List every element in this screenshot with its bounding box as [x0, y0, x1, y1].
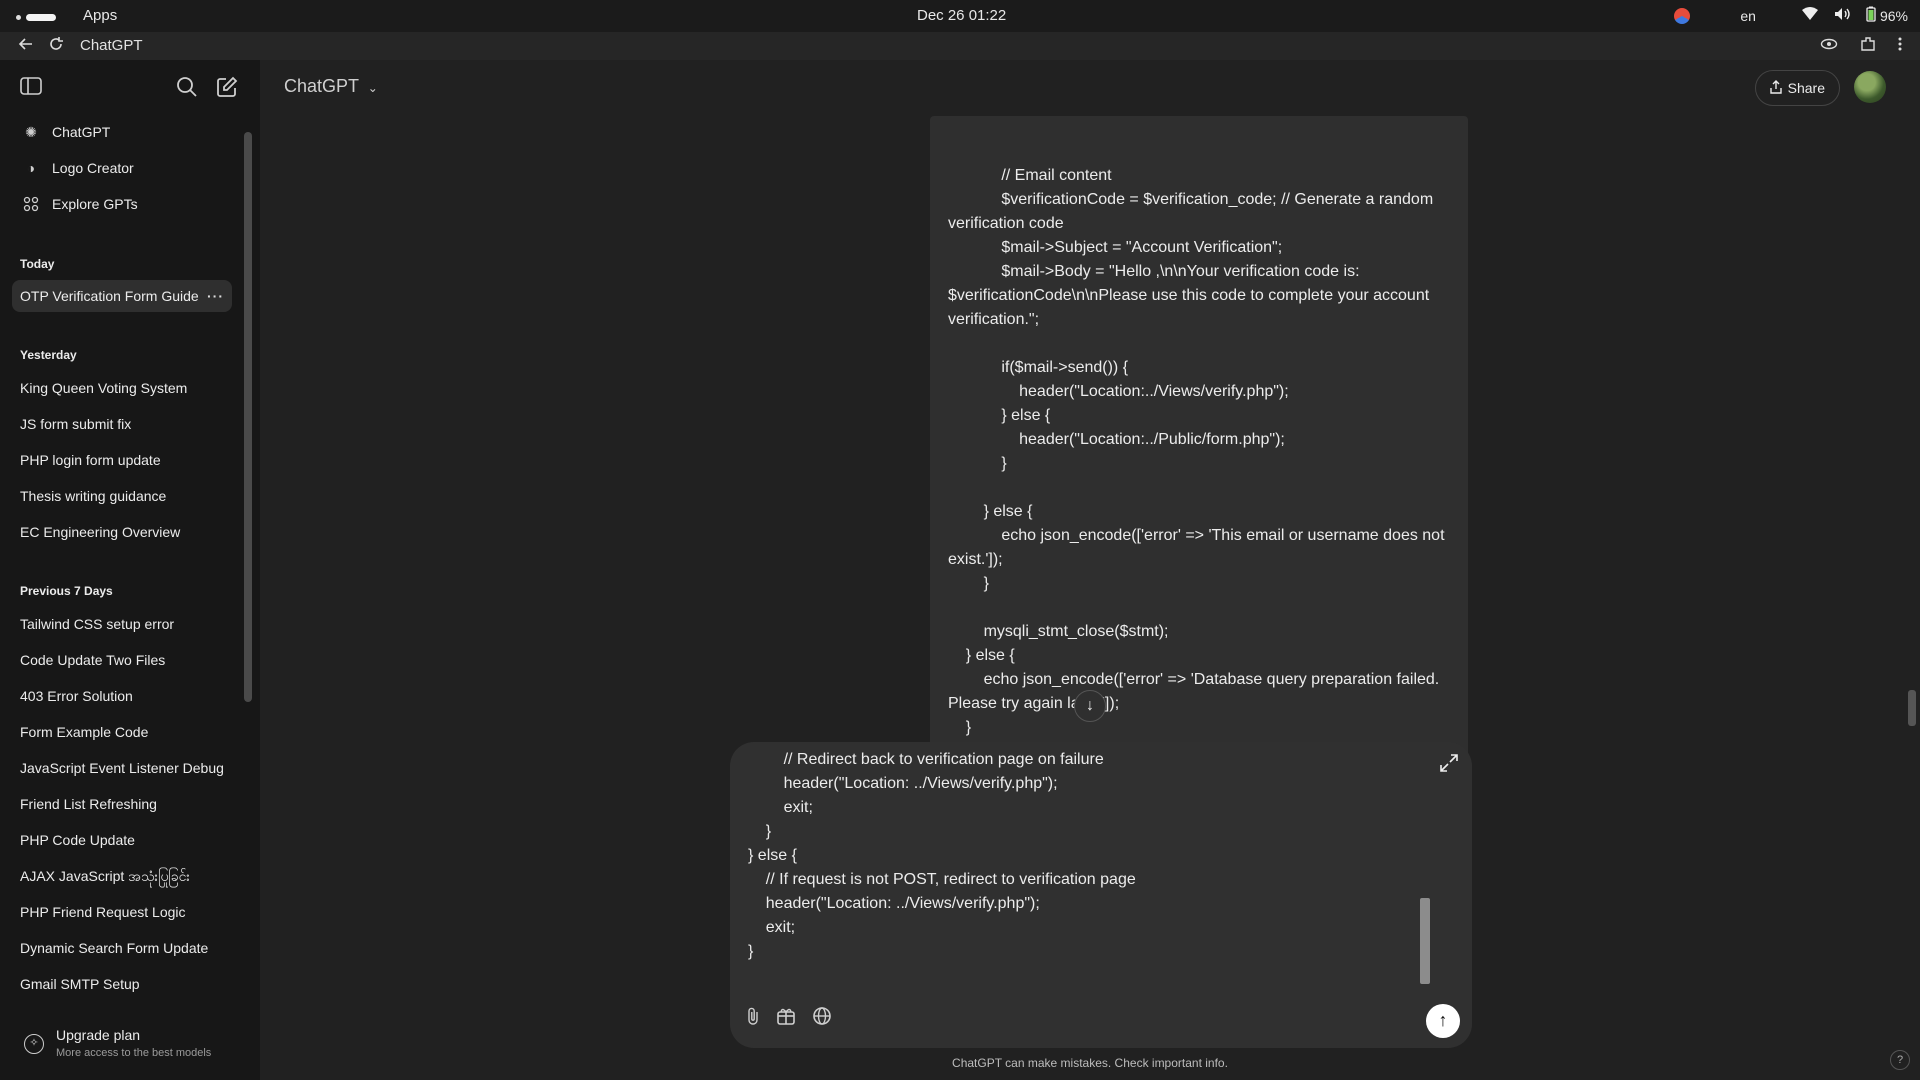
chat-title: Form Example Code — [20, 724, 149, 740]
chat-history-item[interactable]: JavaScript Event Listener Debug — [12, 752, 232, 784]
os-top-bar: Apps Dec 26 01:22 en 96% — [0, 0, 1920, 32]
model-name: ChatGPT — [284, 76, 359, 96]
expand-icon[interactable] — [1440, 754, 1458, 777]
battery-level: 96% — [1879, 7, 1908, 24]
section-previous-7-days: Previous 7 Days — [20, 584, 113, 598]
logo-creator-icon: ◑ — [26, 160, 36, 176]
composer-scrollbar[interactable] — [1420, 898, 1430, 984]
main-panel: ChatGPT ⌄ Share // Email content $verifi… — [260, 60, 1920, 1080]
chat-title: Tailwind CSS setup error — [20, 616, 175, 632]
tools-icon[interactable] — [776, 1006, 796, 1032]
send-button[interactable]: ↑ — [1426, 1004, 1460, 1038]
workspace-indicator[interactable] — [16, 14, 56, 21]
chat-title: PHP Code Update — [20, 832, 135, 848]
eye-icon[interactable] — [1820, 36, 1838, 56]
share-button[interactable]: Share — [1754, 70, 1840, 106]
chat-history-item[interactable]: EC Engineering Overview — [12, 516, 232, 548]
message-composer[interactable]: // Redirect back to verification page on… — [730, 742, 1472, 1048]
chat-history-item[interactable]: 403 Error Solution — [12, 680, 232, 712]
share-icon — [1769, 79, 1782, 97]
browser-tab-title: ChatGPT — [80, 37, 143, 54]
chat-history-item[interactable]: PHP Friend Request Logic — [12, 896, 232, 928]
sidebar-item-label: Explore GPTs — [52, 196, 138, 212]
chevron-down-icon: ⌄ — [367, 81, 378, 95]
sidebar-item-label: ChatGPT — [52, 124, 111, 140]
sidebar-item-label: Logo Creator — [52, 160, 134, 176]
arrow-up-icon: ↑ — [1438, 1010, 1448, 1030]
chat-history-item[interactable]: Dynamic Search Form Update — [12, 932, 232, 964]
system-tray[interactable]: en 96% — [1674, 6, 1908, 25]
sidebar-item-chatgpt[interactable]: ✺ ChatGPT — [12, 116, 232, 148]
sidebar-item-logo-creator[interactable]: ◑ Logo Creator — [12, 152, 232, 184]
help-icon[interactable]: ? — [1890, 1050, 1910, 1070]
chat-title: OTP Verification Form Guide — [20, 288, 199, 304]
globe-icon[interactable] — [812, 1006, 832, 1032]
section-today: Today — [20, 257, 55, 271]
chat-history-item[interactable]: Friend List Refreshing — [12, 788, 232, 820]
extensions-icon[interactable] — [1860, 36, 1876, 56]
section-yesterday: Yesterday — [20, 348, 77, 362]
chat-history-item[interactable]: King Queen Voting System — [12, 372, 232, 404]
chat-title: King Queen Voting System — [20, 380, 188, 396]
browser-bar: ChatGPT — [0, 32, 1920, 60]
language-indicator[interactable]: en — [1740, 8, 1756, 24]
chat-history-item[interactable]: PHP Code Update — [12, 824, 232, 856]
upgrade-subtitle: More access to the best models — [56, 1047, 212, 1059]
upgrade-plan-button[interactable]: ✧ Upgrade plan More access to the best m… — [12, 1020, 248, 1070]
battery-icon — [1866, 6, 1876, 25]
chat-history-item[interactable]: OTP Verification Form Guide ··· — [12, 280, 232, 312]
apps-button[interactable]: Apps — [83, 7, 117, 24]
chat-history-item[interactable]: Form Example Code — [12, 716, 232, 748]
chat-history-item[interactable]: Thesis writing guidance — [12, 480, 232, 512]
chat-title: Thesis writing guidance — [20, 488, 167, 504]
chat-title: PHP login form update — [20, 452, 161, 468]
chat-title: EC Engineering Overview — [20, 524, 181, 540]
disclaimer-text: ChatGPT can make mistakes. Check importa… — [952, 1056, 1228, 1070]
chat-title: AJAX JavaScript အသုံးပြုခြင်း — [20, 868, 190, 884]
clock[interactable]: Dec 26 01:22 — [917, 7, 1006, 24]
reload-icon[interactable] — [48, 36, 64, 56]
chat-title: JS form submit fix — [20, 416, 132, 432]
volume-icon — [1834, 7, 1850, 24]
new-chat-icon[interactable] — [216, 76, 238, 104]
attach-icon[interactable] — [746, 1006, 760, 1032]
sidebar-item-explore-gpts[interactable]: Explore GPTs — [12, 188, 232, 220]
main-scrollbar[interactable] — [1908, 690, 1916, 726]
kebab-menu-icon[interactable] — [1898, 36, 1902, 56]
sidebar-toggle-icon[interactable] — [20, 76, 42, 102]
chat-title: Dynamic Search Form Update — [20, 940, 209, 956]
more-options-icon[interactable]: ··· — [207, 280, 224, 312]
search-icon[interactable] — [176, 76, 198, 104]
chat-title: JavaScript Event Listener Debug — [20, 760, 224, 776]
chat-history-item[interactable]: AJAX JavaScript အသုံးပြုခြင်း — [12, 860, 232, 892]
user-message-bubble: // Email content $verificationCode = $ve… — [930, 116, 1468, 806]
sidebar-scrollbar[interactable] — [244, 132, 252, 702]
avatar[interactable] — [1854, 71, 1886, 103]
chat-history-item[interactable]: Gmail SMTP Setup — [12, 968, 232, 1000]
chat-history-item[interactable]: Code Update Two Files — [12, 644, 232, 676]
chat-title: Code Update Two Files — [20, 652, 166, 668]
back-icon[interactable] — [18, 36, 34, 56]
message-text: // Email content $verificationCode = $ve… — [948, 167, 1445, 760]
grid-icon — [20, 193, 42, 215]
scroll-to-bottom-button[interactable]: ↓ — [1074, 690, 1106, 722]
chat-history-item[interactable]: PHP login form update — [12, 444, 232, 476]
upgrade-title: Upgrade plan — [56, 1027, 141, 1043]
chrome-icon[interactable] — [1674, 7, 1691, 24]
chat-history-item[interactable]: Tailwind CSS setup error — [12, 608, 232, 640]
chat-title: PHP Friend Request Logic — [20, 904, 186, 920]
upgrade-icon: ✧ — [24, 1034, 44, 1054]
chat-title: 403 Error Solution — [20, 688, 133, 704]
chatgpt-logo-icon: ✺ — [25, 123, 37, 140]
model-selector[interactable]: ChatGPT ⌄ — [284, 76, 378, 97]
composer-text: // Redirect back to verification page on… — [748, 751, 1136, 968]
chat-title: Friend List Refreshing — [20, 796, 157, 812]
chat-history-item[interactable]: JS form submit fix — [12, 408, 232, 440]
sidebar: ✺ ChatGPT ◑ Logo Creator Explore GPTs To… — [0, 60, 260, 1080]
prompt-textarea[interactable]: // Redirect back to verification page on… — [748, 748, 1428, 968]
share-label: Share — [1787, 80, 1825, 96]
wifi-icon — [1801, 7, 1818, 24]
arrow-down-icon: ↓ — [1086, 697, 1094, 714]
chat-title: Gmail SMTP Setup — [20, 976, 140, 992]
